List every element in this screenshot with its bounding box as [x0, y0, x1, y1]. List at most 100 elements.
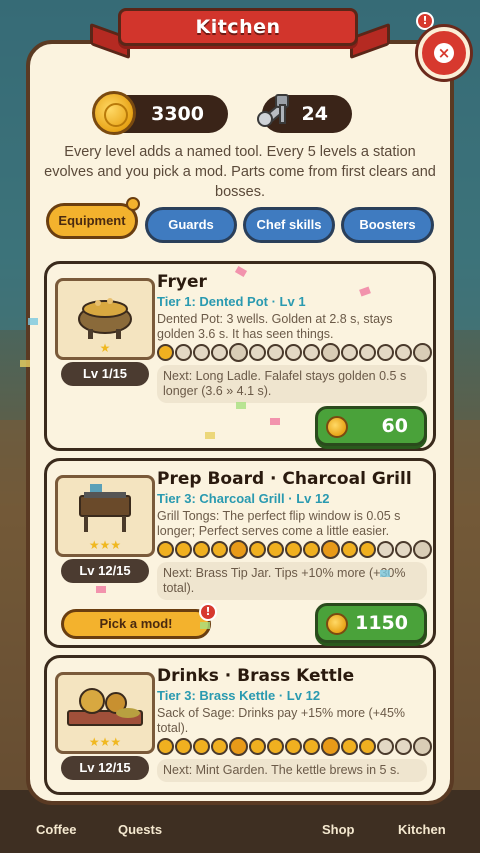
level-pip	[321, 540, 340, 559]
station-title: Prep Board · Charcoal Grill	[157, 469, 412, 489]
station-thumbnail: ★★★	[55, 672, 155, 754]
level-pip	[413, 540, 432, 559]
level-pip	[249, 738, 266, 755]
station-card-grill: ★★★ Lv 12/15 Prep Board · Charcoal Grill…	[44, 458, 436, 648]
level-pip	[193, 738, 210, 755]
next-upgrade: Next: Brass Tip Jar. Tips +10% more (+30…	[157, 562, 427, 600]
level-progress	[157, 343, 432, 362]
title-banner: Kitchen	[118, 8, 358, 46]
level-pip	[359, 541, 376, 558]
coin-amount: 3300	[151, 103, 204, 125]
level-pip	[395, 541, 412, 558]
level-pip	[285, 541, 302, 558]
level-pip	[157, 738, 174, 755]
charcoal-grill-icon	[79, 484, 131, 532]
intro-text: Every level adds a named tool. Every 5 l…	[44, 144, 436, 200]
star-rating: ★★★	[88, 735, 122, 749]
notification-badge: !	[416, 12, 434, 30]
nav-shop[interactable]: Shop	[322, 822, 355, 837]
coin-icon	[326, 613, 348, 635]
confetti-piece	[270, 418, 280, 425]
station-thumbnail: ★★★	[55, 475, 155, 557]
station-card-drinks: ★★★ Lv 12/15 Drinks · Brass Kettle Tier …	[44, 655, 436, 795]
level-pip	[175, 344, 192, 361]
level-pip	[377, 738, 394, 755]
station-tier: Tier 1: Dented Pot · Lv 1	[157, 294, 306, 309]
level-pip	[229, 737, 248, 756]
tab-chef-skills[interactable]: Chef skills	[243, 207, 335, 243]
parts-amount: 24	[301, 103, 328, 125]
level-pip	[341, 344, 358, 361]
confetti-piece	[200, 622, 210, 629]
level-pip	[267, 344, 284, 361]
level-pip	[303, 541, 320, 558]
level-pip	[193, 541, 210, 558]
nav-kitchen[interactable]: Kitchen	[398, 822, 446, 837]
station-tier: Tier 3: Charcoal Grill · Lv 12	[157, 491, 330, 506]
confetti-piece	[205, 432, 215, 439]
wrench-bolt-icon	[257, 94, 289, 127]
level-pill: Lv 12/15	[61, 559, 149, 583]
level-pip	[341, 738, 358, 755]
confetti-piece	[236, 402, 246, 409]
level-pip	[321, 343, 340, 362]
level-pip	[193, 344, 210, 361]
station-thumbnail: ★	[55, 278, 155, 360]
close-button[interactable]: ×	[418, 27, 470, 79]
upgrade-cost: 60	[381, 415, 408, 437]
level-pip	[211, 344, 228, 361]
station-description: Grill Tongs: The perfect flip window is …	[157, 509, 401, 538]
fryer-pot-icon	[78, 298, 132, 339]
level-progress	[157, 540, 432, 559]
level-pip	[395, 738, 412, 755]
level-pip	[377, 541, 394, 558]
level-pip	[175, 541, 192, 558]
level-pill: Lv 12/15	[61, 756, 149, 780]
upgrade-button[interactable]: 60	[315, 406, 427, 446]
station-title: Drinks · Brass Kettle	[157, 666, 355, 686]
next-upgrade: Next: Long Ladle. Falafel stays golden 0…	[157, 365, 427, 403]
tab-boosters[interactable]: Boosters	[341, 207, 434, 243]
level-pip	[359, 344, 376, 361]
confetti-piece	[380, 570, 390, 577]
star-rating: ★★★	[88, 538, 122, 552]
level-pip	[303, 738, 320, 755]
level-pip	[413, 737, 432, 756]
pick-mod-button[interactable]: Pick a mod!	[61, 609, 211, 639]
confetti-piece	[28, 318, 38, 325]
close-icon: ×	[434, 43, 454, 63]
tab-equipment-dot	[126, 197, 140, 211]
level-pip	[395, 344, 412, 361]
station-title: Fryer	[157, 272, 207, 292]
upgrade-cost: 1150	[355, 612, 408, 634]
tab-guards[interactable]: Guards	[145, 207, 237, 243]
station-description: Dented Pot: 3 wells. Golden at 2.8 s, st…	[157, 312, 393, 341]
level-pip	[249, 541, 266, 558]
level-pip	[267, 541, 284, 558]
level-pip	[285, 738, 302, 755]
level-progress	[157, 737, 432, 756]
station-description: Sack of Sage: Drinks pay +15% more (+45%…	[157, 706, 406, 735]
level-pip	[211, 738, 228, 755]
dialog-title: Kitchen	[195, 16, 281, 38]
level-pip	[249, 344, 266, 361]
level-pip	[321, 737, 340, 756]
level-pip	[413, 343, 432, 362]
nav-coffee[interactable]: Coffee	[36, 822, 76, 837]
level-pip	[359, 738, 376, 755]
level-pip	[175, 738, 192, 755]
star-rating: ★	[99, 341, 111, 355]
confetti-piece	[96, 586, 106, 593]
level-pip	[267, 738, 284, 755]
coin-icon	[326, 416, 348, 438]
nav-quests[interactable]: Quests	[118, 822, 162, 837]
brass-kettle-icon	[67, 688, 143, 726]
level-pip	[211, 541, 228, 558]
level-pip	[157, 344, 174, 361]
level-pip	[157, 541, 174, 558]
upgrade-button[interactable]: 1150	[315, 603, 427, 643]
confetti-piece	[20, 360, 30, 367]
level-pip	[303, 344, 320, 361]
level-pill: Lv 1/15	[61, 362, 149, 386]
tab-equipment[interactable]: Equipment	[46, 203, 138, 239]
